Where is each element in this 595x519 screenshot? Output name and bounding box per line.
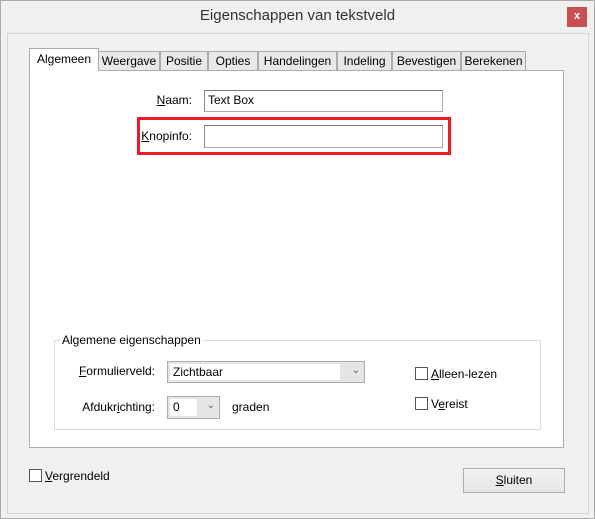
vereist-label[interactable]: Vereist [431,397,468,411]
sluiten-button[interactable]: Sluiten [463,468,565,493]
general-properties-group [54,340,541,430]
chevron-down-icon: ⌄ [351,365,360,376]
formulierveld-value: Zichtbaar [170,364,340,380]
afdrukrichting-value: 0 [170,399,197,416]
chevron-down-icon: ⌄ [206,400,215,411]
knopinfo-label: Knopinfo: [141,129,192,143]
tab-berekenen[interactable]: Berekenen [461,51,526,71]
formulierveld-select[interactable]: Zichtbaar ⌄ [167,361,365,383]
tab-opties[interactable]: Opties [208,51,258,71]
tab-positie[interactable]: Positie [160,51,208,71]
group-legend: Algemene eigenschappen [60,333,203,347]
naam-label: Naam: [156,93,192,107]
knopinfo-input[interactable] [204,125,443,148]
graden-label: graden [232,400,270,414]
tab-algemeen[interactable]: Algemeen [29,48,99,71]
tab-indeling[interactable]: Indeling [337,51,392,71]
afdrukrichting-label: Afdukrichting: [82,400,155,414]
tab-handelingen[interactable]: Handelingen [258,51,337,71]
dialog-title: Eigenschappen van tekstveld [199,7,396,24]
vereist-checkbox[interactable] [415,397,428,410]
alleen-lezen-checkbox[interactable] [415,367,428,380]
formulierveld-label: Formulierveld: [78,364,155,378]
afdrukrichting-select[interactable]: 0 ⌄ [167,396,220,419]
tab-weergave[interactable]: Weergave [98,51,160,71]
naam-input[interactable]: Text Box [204,90,443,112]
tab-bevestigen[interactable]: Bevestigen [392,51,461,71]
vergrendeld-checkbox[interactable] [29,469,42,482]
close-button[interactable]: x [567,7,587,27]
vergrendeld-label[interactable]: Vergrendeld [45,469,110,483]
alleen-lezen-label[interactable]: Alleen-lezen [431,367,497,381]
